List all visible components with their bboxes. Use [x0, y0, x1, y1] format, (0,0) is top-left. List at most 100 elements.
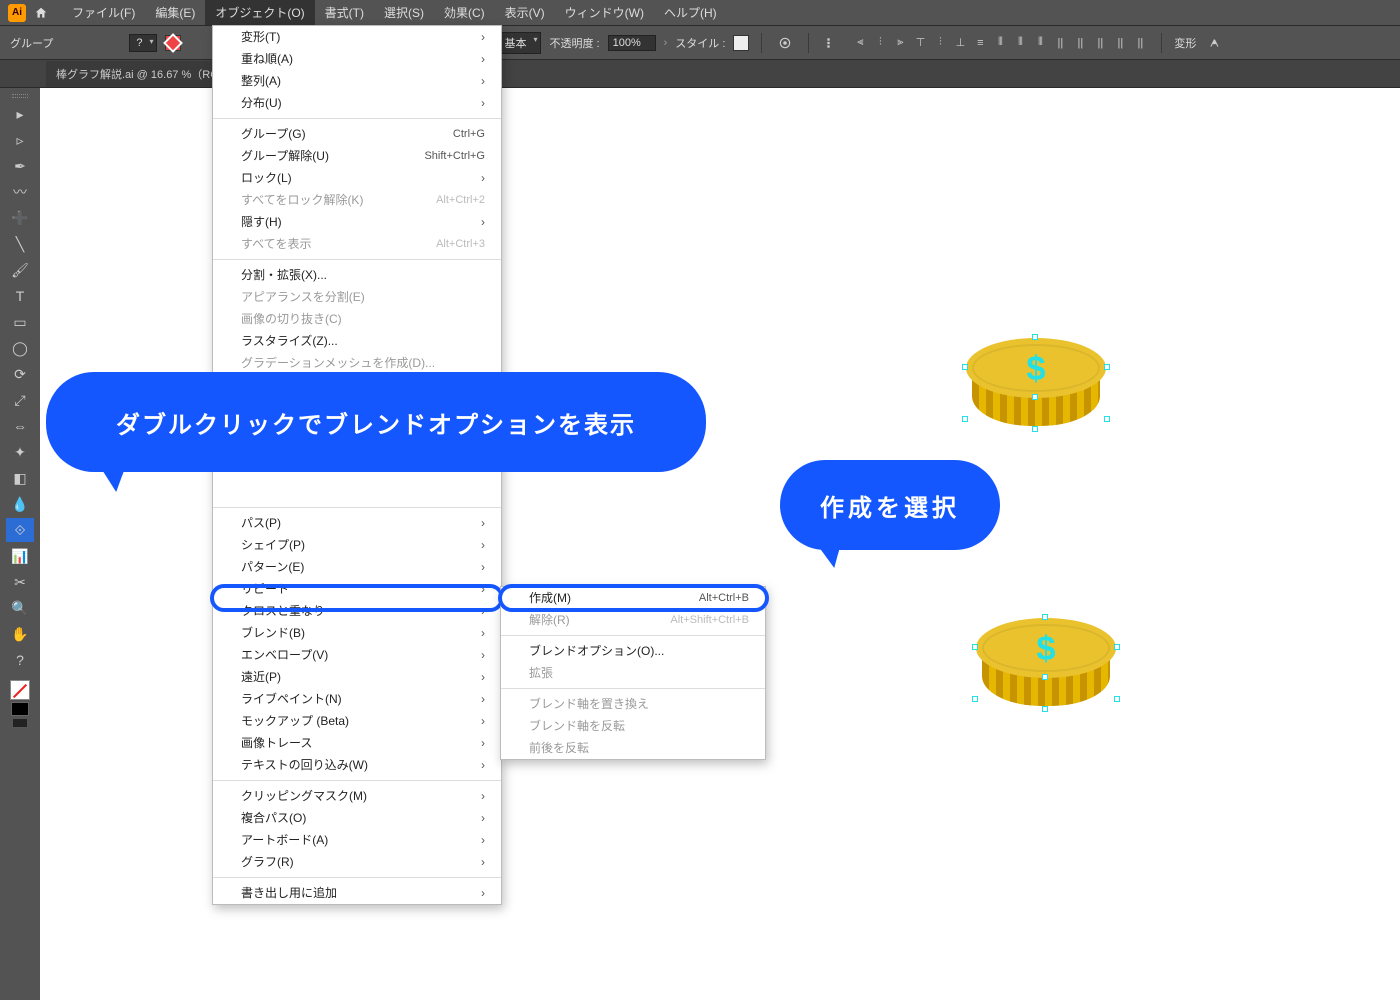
stroke-profile-dropdown[interactable]: 基本 [497, 32, 541, 54]
menu-item[interactable]: テキストの回り込み(W)› [213, 754, 501, 776]
menu-item: グラデーションメッシュを作成(D)... [213, 352, 501, 374]
menubar-item-8[interactable]: ヘルプ(H) [654, 0, 727, 25]
help-dropdown[interactable]: ? [129, 34, 157, 52]
menu-item[interactable]: 重ね順(A)› [213, 48, 501, 70]
submenu-item: ブレンド軸を置き換え [501, 693, 765, 715]
align-icon-1[interactable]: ⫶ [871, 32, 889, 54]
align-icon-8[interactable]: ⫴ [1011, 32, 1029, 54]
tool-panel-handle[interactable] [12, 94, 28, 98]
align-icon-4[interactable]: ⫶ [931, 32, 949, 54]
tool-blend[interactable]: ⟐ [6, 518, 34, 542]
menu-item[interactable]: 画像トレース› [213, 732, 501, 754]
tool-zoom[interactable]: 🔍 [6, 596, 34, 620]
submenu-item[interactable]: ブレンドオプション(O)... [501, 640, 765, 662]
menu-item[interactable]: グラフ(R)› [213, 851, 501, 873]
align-icon-13[interactable]: || [1111, 32, 1129, 54]
tool-column-graph[interactable]: 📊 [6, 544, 34, 568]
tool-rotate[interactable]: ⟳ [6, 362, 34, 386]
coin-object-2[interactable]: $ [976, 618, 1116, 708]
menu-item[interactable]: 書き出し用に追加› [213, 882, 501, 904]
align-icon-6[interactable]: ≡ [971, 32, 989, 54]
callout-select-make: 作成を選択 [780, 460, 1000, 550]
tool-scale[interactable]: ⤢ [6, 388, 34, 412]
menubar-item-7[interactable]: ウィンドウ(W) [555, 0, 654, 25]
fill-stroke-swatches[interactable] [10, 680, 30, 728]
menubar-item-4[interactable]: 選択(S) [374, 0, 434, 25]
menubar-item-3[interactable]: 書式(T) [315, 0, 374, 25]
align-icon-11[interactable]: || [1071, 32, 1089, 54]
recolor-icon[interactable] [774, 32, 796, 54]
menu-item[interactable]: 複合パス(O)› [213, 807, 501, 829]
transform-menu-icon[interactable] [1204, 32, 1226, 54]
tool-direct-select[interactable]: ▹ [6, 128, 34, 152]
stroke-swatch[interactable] [11, 702, 29, 716]
menu-item[interactable]: パターン(E)› [213, 556, 501, 578]
callout-select-make-text: 作成を選択 [820, 488, 960, 523]
callout-blend-options: ダブルクリックでブレンドオプションを表示 [46, 372, 706, 472]
menu-item[interactable]: クリッピングマスク(M)› [213, 785, 501, 807]
menu-item[interactable]: エンベロープ(V)› [213, 644, 501, 666]
menu-item[interactable]: モックアップ (Beta)› [213, 710, 501, 732]
tool-brush[interactable]: 🖌 [6, 258, 34, 282]
menu-item[interactable]: ロック(L)› [213, 167, 501, 189]
fill-none-swatch[interactable] [10, 680, 30, 700]
style-swatch[interactable] [733, 35, 749, 51]
menubar-item-6[interactable]: 表示(V) [495, 0, 555, 25]
tool-pen[interactable]: ✒ [6, 154, 34, 178]
no-fill-swatch[interactable] [165, 35, 181, 51]
tool-help[interactable]: ? [6, 648, 34, 672]
menu-item[interactable]: 遠近(P)› [213, 666, 501, 688]
menu-item[interactable]: パス(P)› [213, 512, 501, 534]
menubar-item-0[interactable]: ファイル(F) [62, 0, 145, 25]
tool-hand[interactable]: ✋ [6, 622, 34, 646]
home-icon[interactable] [32, 4, 50, 22]
tool-selection[interactable]: ▸ [6, 102, 34, 126]
menu-item[interactable]: ブレンド(B)› [213, 622, 501, 644]
align-icon-14[interactable]: || [1131, 32, 1149, 54]
align-icon-10[interactable]: || [1051, 32, 1069, 54]
menu-item[interactable]: グループ(G)Ctrl+G [213, 123, 501, 145]
align-icon-9[interactable]: ⫴ [1031, 32, 1049, 54]
blend-submenu: 作成(M)Alt+Ctrl+B解除(R)Alt+Shift+Ctrl+Bブレンド… [500, 586, 766, 760]
tool-rect[interactable]: ▭ [6, 310, 34, 334]
align-icon-0[interactable]: ⫷ [851, 32, 869, 54]
menu-item[interactable]: 分割・拡張(X)... [213, 264, 501, 286]
align-panel-icon[interactable] [821, 32, 843, 54]
tool-slice[interactable]: ✂ [6, 570, 34, 594]
tool-gradient[interactable]: ◧ [6, 466, 34, 490]
align-icon-2[interactable]: ⫸ [891, 32, 909, 54]
opacity-input[interactable]: 100% [608, 35, 656, 51]
menu-item[interactable]: グループ解除(U)Shift+Ctrl+G [213, 145, 501, 167]
menu-item[interactable]: ライブペイント(N)› [213, 688, 501, 710]
menu-item[interactable]: 分布(U)› [213, 92, 501, 114]
tool-ellipse[interactable]: ◯ [6, 336, 34, 360]
tool-add-anchor[interactable]: ➕ [6, 206, 34, 230]
align-icon-5[interactable]: ⊥ [951, 32, 969, 54]
tool-line[interactable]: ╲ [6, 232, 34, 256]
tool-type[interactable]: T [6, 284, 34, 308]
tool-eyedropper[interactable]: 💧 [6, 492, 34, 516]
menu-item[interactable]: 隠す(H)› [213, 211, 501, 233]
menu-item[interactable]: 変形(T)› [213, 26, 501, 48]
document-tab-bar: 棒グラフ解説.ai @ 16.67 %（RGB/プレビュー） × [0, 60, 1400, 88]
screen-mode-icon[interactable] [12, 718, 28, 728]
menu-item[interactable]: 整列(A)› [213, 70, 501, 92]
selection-kind-label: グループ [10, 35, 53, 51]
menu-item[interactable]: シェイプ(P)› [213, 534, 501, 556]
tool-curvature[interactable]: 〰 [6, 180, 34, 204]
menu-item[interactable]: ラスタライズ(Z)... [213, 330, 501, 352]
submenu-item[interactable]: 作成(M)Alt+Ctrl+B [501, 587, 765, 609]
menubar-item-5[interactable]: 効果(C) [434, 0, 495, 25]
menu-item[interactable]: リピート› [213, 578, 501, 600]
transform-label: 変形 [1174, 35, 1196, 51]
align-icon-12[interactable]: || [1091, 32, 1109, 54]
tool-freetransform[interactable]: ✦ [6, 440, 34, 464]
tool-width[interactable]: ⇔ [6, 414, 34, 438]
align-icon-7[interactable]: ⫴ [991, 32, 1009, 54]
menu-item[interactable]: クロスと重なり› [213, 600, 501, 622]
menubar-item-1[interactable]: 編集(E) [145, 0, 205, 25]
align-icon-3[interactable]: ⊤ [911, 32, 929, 54]
coin-object-1[interactable]: $ [966, 338, 1106, 428]
menu-item[interactable]: アートボード(A)› [213, 829, 501, 851]
menubar-item-2[interactable]: オブジェクト(O) [205, 0, 314, 25]
